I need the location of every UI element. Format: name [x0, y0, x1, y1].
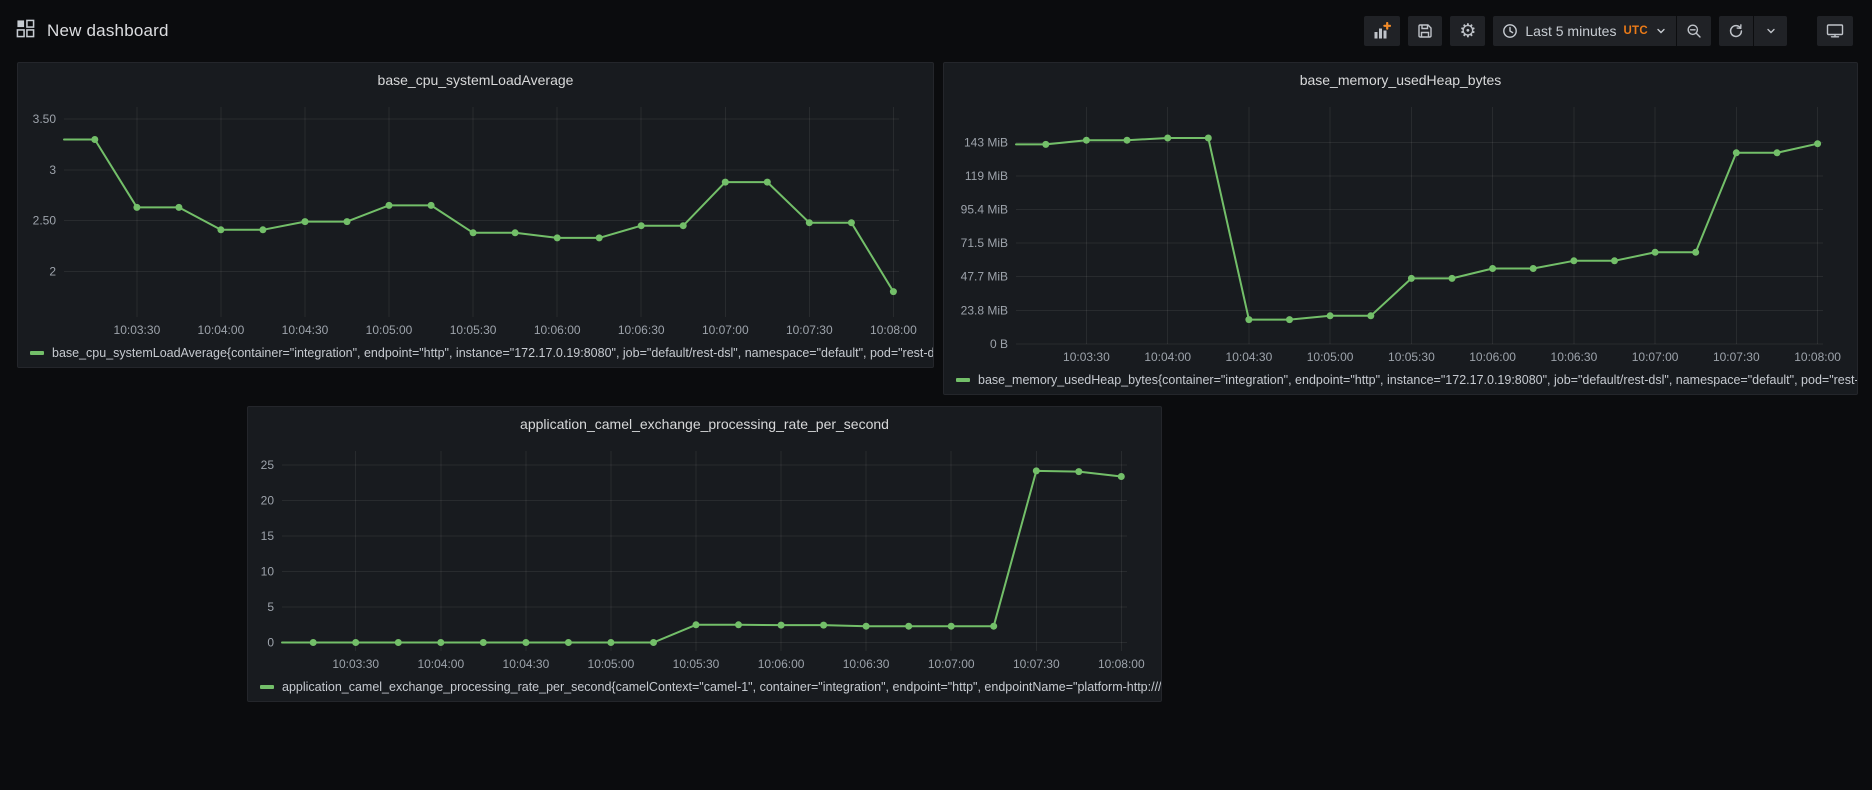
refresh-group [1719, 16, 1787, 46]
panel-header[interactable]: application_camel_exchange_processing_ra… [248, 407, 1161, 441]
panel-legend: base_cpu_systemLoadAverage{container="in… [18, 343, 933, 367]
svg-text:10:08:00: 10:08:00 [1098, 657, 1145, 671]
svg-text:10:04:00: 10:04:00 [1144, 350, 1191, 364]
svg-text:10:05:30: 10:05:30 [450, 323, 497, 337]
series-label[interactable]: application_camel_exchange_processing_ra… [282, 680, 1161, 694]
svg-text:2: 2 [49, 264, 56, 278]
svg-text:3.50: 3.50 [33, 112, 57, 126]
save-icon [1417, 23, 1433, 39]
cycle-view-mode-button[interactable] [1817, 16, 1853, 46]
svg-text:10:08:00: 10:08:00 [1794, 350, 1841, 364]
svg-text:10:03:30: 10:03:30 [1063, 350, 1110, 364]
panel-header[interactable]: base_cpu_systemLoadAverage [18, 63, 933, 97]
series-label[interactable]: base_cpu_systemLoadAverage{container="in… [52, 346, 933, 360]
panel-legend: base_memory_usedHeap_bytes{container="in… [944, 370, 1857, 394]
zoom-out-time-button[interactable] [1676, 16, 1711, 46]
apps-grid-icon[interactable] [16, 19, 35, 43]
time-range-picker[interactable]: Last 5 minutes UTC [1493, 16, 1676, 46]
top-navigation-bar: New dashboard ⚙ [0, 0, 1872, 62]
panel-title[interactable]: application_camel_exchange_processing_ra… [520, 416, 889, 432]
gear-icon: ⚙ [1459, 22, 1476, 41]
svg-text:10:07:30: 10:07:30 [786, 323, 833, 337]
svg-text:25: 25 [261, 458, 275, 472]
dashboard-toolbar: ⚙ Last 5 minutes UTC [1364, 16, 1853, 46]
time-range-label: Last 5 minutes [1525, 23, 1616, 39]
svg-text:95.4 MiB: 95.4 MiB [961, 202, 1008, 216]
panel-camel-exchange-processing-rate: application_camel_exchange_processing_ra… [247, 406, 1162, 702]
svg-text:10:07:00: 10:07:00 [928, 657, 975, 671]
svg-text:15: 15 [261, 529, 275, 543]
svg-text:143 MiB: 143 MiB [964, 135, 1008, 149]
svg-text:10:05:00: 10:05:00 [366, 323, 413, 337]
panel-memory-used-heap-bytes: base_memory_usedHeap_bytes 10:03:30 10:04… [943, 62, 1858, 395]
add-panel-button[interactable] [1364, 16, 1400, 46]
svg-text:10:07:30: 10:07:30 [1713, 350, 1760, 364]
series-color-swatch[interactable] [956, 378, 970, 382]
svg-text:10:08:00: 10:08:00 [870, 323, 917, 337]
svg-text:2.50: 2.50 [33, 214, 57, 228]
save-dashboard-button[interactable] [1408, 16, 1442, 46]
svg-text:10:06:30: 10:06:30 [1551, 350, 1598, 364]
svg-text:119 MiB: 119 MiB [965, 169, 1008, 183]
refresh-dashboard-button[interactable] [1719, 16, 1753, 46]
svg-text:10:05:00: 10:05:00 [588, 657, 635, 671]
dashboard-title[interactable]: New dashboard [47, 21, 169, 41]
svg-text:10:03:30: 10:03:30 [114, 323, 161, 337]
svg-text:10:07:00: 10:07:00 [702, 323, 749, 337]
svg-text:3: 3 [49, 163, 56, 177]
magnifier-minus-icon [1686, 23, 1702, 39]
svg-text:10:04:00: 10:04:00 [417, 657, 464, 671]
refresh-interval-dropdown[interactable] [1753, 16, 1787, 46]
svg-text:10: 10 [261, 565, 275, 579]
time-picker-group: Last 5 minutes UTC [1493, 16, 1711, 46]
svg-text:10:06:00: 10:06:00 [1469, 350, 1516, 364]
chevron-down-icon [1765, 25, 1777, 37]
refresh-icon [1728, 23, 1744, 39]
svg-text:10:06:30: 10:06:30 [843, 657, 890, 671]
svg-text:10:04:30: 10:04:30 [503, 657, 550, 671]
svg-text:20: 20 [261, 494, 275, 508]
svg-text:10:05:30: 10:05:30 [673, 657, 720, 671]
timeseries-plot[interactable]: 10:03:30 10:04:00 10:04:30 10:05:00 10:05:30… [248, 441, 1161, 677]
clock-icon [1502, 23, 1518, 39]
svg-text:10:04:30: 10:04:30 [1226, 350, 1273, 364]
svg-text:10:07:00: 10:07:00 [1632, 350, 1679, 364]
panel-header[interactable]: base_memory_usedHeap_bytes [944, 63, 1857, 97]
series-color-swatch[interactable] [260, 685, 274, 689]
timeseries-plot[interactable]: 10:03:30 10:04:00 10:04:30 10:05:00 10:05:30… [944, 97, 1857, 370]
series-color-swatch[interactable] [30, 351, 44, 355]
timezone-badge: UTC [1623, 25, 1648, 37]
svg-text:23.8 MiB: 23.8 MiB [961, 303, 1008, 317]
svg-text:10:07:30: 10:07:30 [1013, 657, 1060, 671]
svg-text:10:06:30: 10:06:30 [618, 323, 665, 337]
svg-text:10:06:00: 10:06:00 [534, 323, 581, 337]
panel-title[interactable]: base_memory_usedHeap_bytes [1300, 72, 1502, 88]
svg-text:71.5 MiB: 71.5 MiB [961, 236, 1008, 250]
bar-chart-plus-icon [1373, 22, 1391, 40]
svg-text:0 B: 0 B [990, 337, 1008, 351]
series-label[interactable]: base_memory_usedHeap_bytes{container="in… [978, 373, 1857, 387]
chevron-down-icon [1655, 25, 1667, 37]
svg-text:10:05:00: 10:05:00 [1307, 350, 1354, 364]
panel-title[interactable]: base_cpu_systemLoadAverage [378, 72, 574, 88]
svg-text:0: 0 [267, 636, 274, 650]
dashboard-settings-button[interactable]: ⚙ [1450, 16, 1485, 46]
timeseries-plot[interactable]: 10:03:30 10:04:00 10:04:30 10:05:00 10:05:30… [18, 97, 933, 343]
svg-text:10:03:30: 10:03:30 [332, 657, 379, 671]
monitor-icon [1826, 23, 1844, 39]
svg-text:47.7 MiB: 47.7 MiB [961, 270, 1008, 284]
svg-text:10:04:00: 10:04:00 [198, 323, 245, 337]
panel-cpu-system-load-average: base_cpu_systemLoadAverage 10:03:30 10:04… [17, 62, 934, 368]
svg-text:5: 5 [267, 600, 274, 614]
svg-text:10:05:30: 10:05:30 [1388, 350, 1435, 364]
panel-legend: application_camel_exchange_processing_ra… [248, 677, 1161, 701]
svg-text:10:06:00: 10:06:00 [758, 657, 805, 671]
svg-text:10:04:30: 10:04:30 [282, 323, 329, 337]
